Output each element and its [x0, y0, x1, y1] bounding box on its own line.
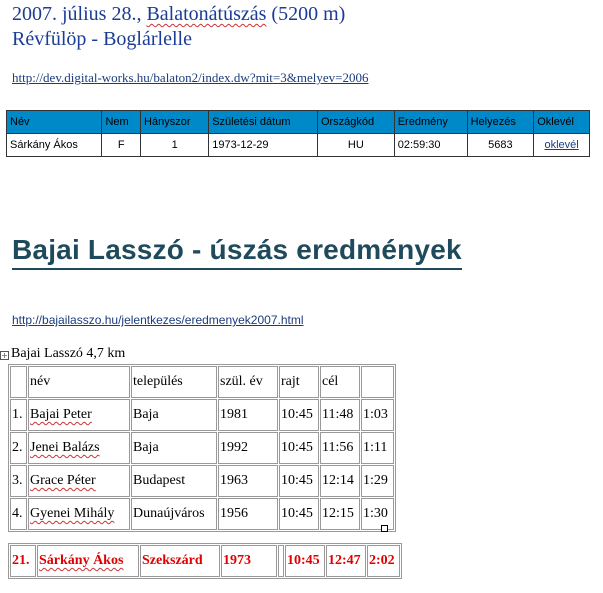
cell-start: 10:45 [279, 465, 319, 497]
balaton-results-table: Név Nem Hányszor Születési dátum Országk… [5, 110, 590, 157]
col-header-times: Hányszor [140, 110, 210, 134]
cell-time: 1:03 [361, 399, 394, 431]
table-row: Sárkány Ákos F 1 1973-12-29 HU 02:59:30 … [5, 133, 590, 157]
cell-year: 1992 [218, 432, 278, 464]
col-header-time [361, 366, 394, 398]
cell-start: 10:45 [279, 399, 319, 431]
event-route: Révfülöp - Boglárlelle [12, 28, 192, 50]
cell-start: 10:45 [279, 432, 319, 464]
col-header-rank [10, 366, 27, 398]
cell-finish: 11:56 [320, 432, 360, 464]
cell-rank: 2. [10, 432, 27, 464]
table-row: 4. Gyenei Mihály Dunaújváros 1956 10:45 … [10, 498, 394, 530]
cell-rank: 1. [10, 399, 27, 431]
col-header-result: Eredmény [393, 110, 468, 134]
cell-start: 10:45 [285, 545, 325, 577]
table-move-handle-icon[interactable]: + [0, 351, 9, 360]
cell-name: Grace Péter [28, 465, 130, 497]
cell-town: Baja [131, 399, 217, 431]
table-header-row: Név Nem Hányszor Születési dátum Országk… [5, 110, 590, 134]
cell-country: HU [316, 133, 395, 157]
table-resize-handle[interactable] [381, 525, 388, 532]
cell-rank: 3. [10, 465, 27, 497]
cell-sex: F [101, 133, 142, 157]
cell-year: 1981 [218, 399, 278, 431]
cell-year: 1963 [218, 465, 278, 497]
cell-rank: 21. [10, 545, 36, 577]
cell-certificate: oklevél [533, 133, 590, 157]
cell-time: 1:30 [361, 498, 394, 530]
col-header-name: Név [5, 110, 103, 134]
cell-rank: 4. [10, 498, 27, 530]
cell-town: Baja [131, 432, 217, 464]
col-header-rank: Helyezés [466, 110, 535, 134]
highlight-result-table: 21. Sárkány Ákos Szekszárd 1973 10:45 12… [8, 543, 402, 579]
cell-rank: 5683 [466, 133, 535, 157]
bajai-results-table: név település szül. év rajt cél 1. Bajai… [8, 364, 396, 532]
cell-finish: 11:48 [320, 399, 360, 431]
cell-finish: 12:14 [320, 465, 360, 497]
cell-finish: 12:15 [320, 498, 360, 530]
cell-time: 2:02 [367, 545, 400, 577]
col-header-birth: Születési dátum [208, 110, 318, 134]
table-caption: Bajai Lasszó 4,7 km [11, 346, 126, 361]
cell-year: 1973 [221, 545, 277, 577]
table-row-highlight: 21. Sárkány Ákos Szekszárd 1973 10:45 12… [10, 545, 400, 577]
section-heading: Bajai Lasszó - úszás eredmények [12, 234, 462, 270]
cell-name: Sárkány Ákos [5, 133, 103, 157]
event-title: 2007. július 28., Balatonátúszás (5200 m… [12, 2, 345, 26]
cell-finish: 12:47 [326, 545, 366, 577]
cell-birth: 1973-12-29 [208, 133, 318, 157]
cell-spacer [278, 545, 284, 577]
table-row: 1. Bajai Peter Baja 1981 10:45 11:48 1:0… [10, 399, 394, 431]
cell-name: Bajai Peter [28, 399, 130, 431]
col-header-finish: cél [320, 366, 360, 398]
cell-town: Budapest [131, 465, 217, 497]
cell-name: Sárkány Ákos [37, 545, 139, 577]
col-header-year: szül. év [218, 366, 278, 398]
col-header-town: település [131, 366, 217, 398]
cell-start: 10:45 [279, 498, 319, 530]
event-date: 2007. július 28., [12, 3, 142, 25]
col-header-certificate: Oklevél [533, 110, 590, 134]
cell-name: Gyenei Mihály [28, 498, 130, 530]
table-row: 2. Jenei Balázs Baja 1992 10:45 11:56 1:… [10, 432, 394, 464]
cell-result: 02:59:30 [393, 133, 468, 157]
table-header-row: név település szül. év rajt cél [10, 366, 394, 398]
col-header-start: rajt [279, 366, 319, 398]
bajai-results-link[interactable]: http://bajailasszo.hu/jelentkezes/eredme… [12, 313, 304, 327]
table-row: 3. Grace Péter Budapest 1963 10:45 12:14… [10, 465, 394, 497]
col-header-country: Országkód [316, 110, 395, 134]
event-name: Balatonátúszás [146, 3, 267, 25]
cell-times: 1 [140, 133, 210, 157]
cell-name: Jenei Balázs [28, 432, 130, 464]
cell-year: 1956 [218, 498, 278, 530]
cell-time: 1:29 [361, 465, 394, 497]
cell-town: Dunaújváros [131, 498, 217, 530]
certificate-link[interactable]: oklevél [544, 139, 578, 151]
col-header-name: név [28, 366, 130, 398]
col-header-sex: Nem [101, 110, 142, 134]
cell-town: Szekszárd [140, 545, 220, 577]
event-distance: (5200 m) [271, 3, 346, 25]
balaton-results-link[interactable]: http://dev.digital-works.hu/balaton2/ind… [12, 70, 368, 86]
cell-time: 1:11 [361, 432, 394, 464]
